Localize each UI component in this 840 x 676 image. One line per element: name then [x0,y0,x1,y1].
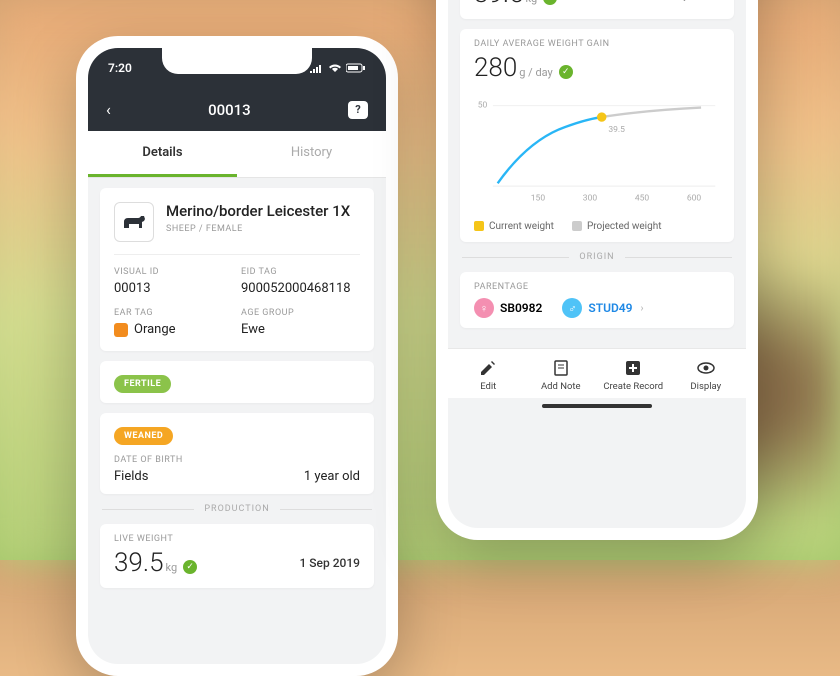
svg-text:300: 300 [583,193,598,203]
check-icon-r: ✓ [543,0,557,5]
home-indicator[interactable] [542,404,652,408]
page-title: 00013 [208,101,251,119]
birth-card: WEANED DATE OF BIRTH Fields 1 year old [100,413,374,494]
fertile-card: FERTILE [100,361,374,403]
phone-frame-right: DATE OF BIRTH Fields1 year old PRODUCTIO… [436,0,758,540]
birth-location: Fields [114,469,148,484]
svg-text:150: 150 [531,193,546,203]
check-icon: ✓ [183,560,197,574]
weight-label: LIVE WEIGHT [114,534,360,544]
tab-history[interactable]: History [237,131,386,177]
bottom-toolbar: Edit Add Note Create Record Display [448,348,746,398]
svg-text:450: 450 [635,193,650,203]
female-icon: ♀ [474,298,494,318]
male-icon: ♂ [562,298,582,318]
ear-tag-label: EAR TAG [114,308,233,318]
status-time: 7:20 [108,61,132,75]
legend-current-swatch [474,221,484,231]
weight-unit-r: kg [526,0,538,5]
weight-card-left: LIVE WEIGHT 39.5kg ✓ 1 Sep 2019 [100,524,374,588]
fertile-badge: FERTILE [114,375,171,393]
svg-text:600: 600 [687,193,702,203]
display-button[interactable]: Display [670,359,743,392]
battery-icon [346,63,366,73]
legend-projected: Projected weight [587,221,662,232]
visual-id-value: 00013 [114,281,233,296]
svg-text:50: 50 [478,101,488,111]
tabs: Details History [88,131,386,178]
production-divider: PRODUCTION [102,504,372,514]
check-icon-g: ✓ [559,65,573,79]
chart-marker-label: 39.5 [608,125,625,135]
origin-divider: ORIGIN [462,252,732,262]
weight-unit: kg [166,561,178,574]
weight-date: 1 Sep 2019 [299,556,360,570]
create-record-button[interactable]: Create Record [597,359,670,392]
parentage-card: PARENTAGE ♀SB0982 ♂STUD49› [460,272,734,328]
eid-label: EID TAG [241,267,360,277]
weight-date-r: 1 Sep 2019 [659,0,720,1]
weight-value-r: 39.5 [474,0,524,9]
birth-age: 1 year old [304,469,360,484]
legend-projected-swatch [572,221,582,231]
gain-card: DAILY AVERAGE WEIGHT GAIN 280g / day ✓ 50… [460,29,734,242]
ear-tag-swatch [114,323,128,337]
gain-value: 280 [474,53,517,83]
signal-icon [310,63,324,73]
ear-tag-value: Orange [114,322,233,337]
visual-id-label: VISUAL ID [114,267,233,277]
weaned-badge: WEANED [114,427,173,445]
phone-frame-left: 7:20 ‹ 00013 ? Details History Merino/bo… [76,36,398,676]
animal-icon [114,202,154,242]
notch [162,48,312,74]
status-icons [310,63,366,73]
parent-mother[interactable]: ♀SB0982 [474,298,542,318]
weight-chart: 50 39.5 150 300 450 600 [474,93,720,213]
parentage-label: PARENTAGE [474,282,720,292]
tab-details[interactable]: Details [88,131,237,177]
age-group-value: Ewe [241,322,360,337]
dob-label: DATE OF BIRTH [114,455,360,465]
wifi-icon [328,63,342,73]
back-button[interactable]: ‹ [106,100,111,119]
legend-current: Current weight [489,221,554,232]
help-button[interactable]: ? [348,101,368,119]
age-group-label: AGE GROUP [241,308,360,318]
animal-card: Merino/border Leicester 1X SHEEP / FEMAL… [100,188,374,351]
nav-header: ‹ 00013 ? [88,88,386,131]
weight-card-right: LIVE WEIGHT 39.5kg✓ 1 Sep 2019 [460,0,734,19]
weight-value: 39.5 [114,548,164,578]
edit-button[interactable]: Edit [452,359,525,392]
eid-value: 900052000468118 [241,281,360,296]
animal-name: Merino/border Leicester 1X [166,202,350,220]
chart-legend: Current weight Projected weight [474,221,720,232]
gain-label: DAILY AVERAGE WEIGHT GAIN [474,39,720,49]
parent-father[interactable]: ♂STUD49› [562,298,643,318]
add-note-button[interactable]: Add Note [525,359,598,392]
gain-unit: g / day [519,66,552,79]
animal-subtitle: SHEEP / FEMALE [166,224,350,234]
chevron-right-icon: › [640,303,643,314]
